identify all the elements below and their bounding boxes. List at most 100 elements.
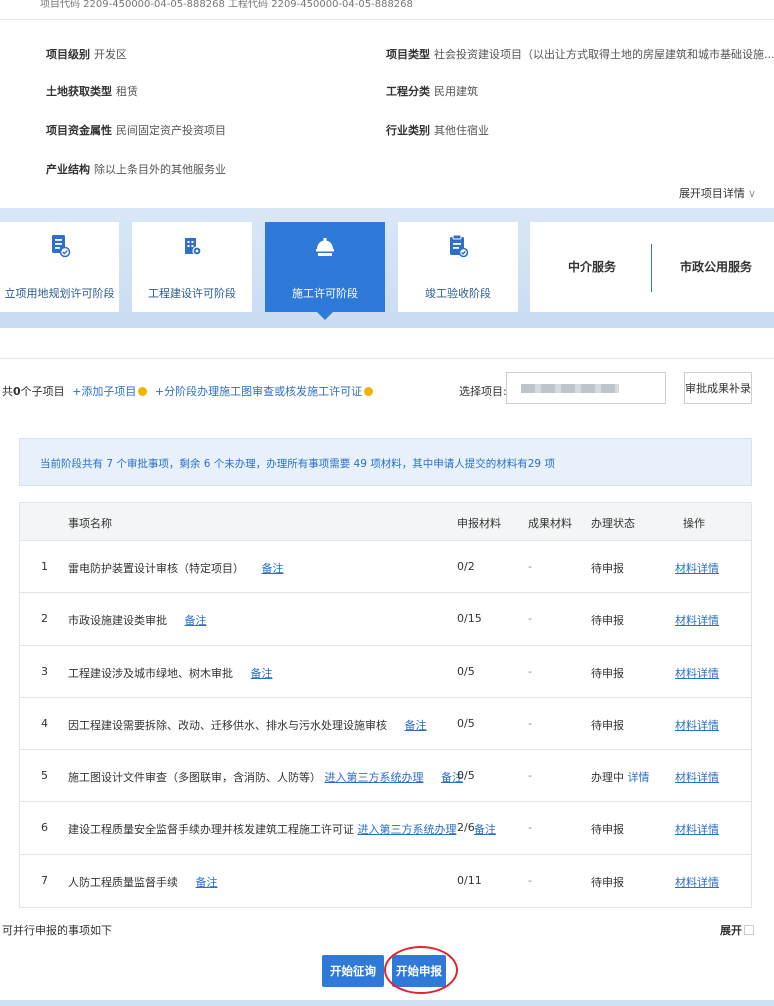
row-status: 待申报 — [591, 614, 624, 628]
row-status: 办理中 — [591, 771, 624, 785]
service-divider — [651, 244, 652, 292]
row-number: 4 — [41, 716, 48, 730]
row-item-name: 建设工程质量安全监督手续办理并核发建筑工程施工许可证 — [68, 823, 354, 837]
row-materials: 0/2 — [457, 560, 475, 573]
help-icon[interactable] — [138, 387, 148, 396]
table-row: 5 施工图设计文件审查（多图联审，含消防、人防等） 进入第三方系统办理 备注 0… — [20, 750, 751, 803]
help-icon[interactable] — [364, 387, 374, 396]
stage-tab-engineering[interactable]: 工程建设许可阶段 — [132, 222, 252, 312]
subproject-toolbar: 共0个子项目 +添加子项目 +分阶段办理施工图审查或核发施工许可证 选择项目: … — [0, 358, 774, 428]
service-panel: 中介服务 市政公用服务 — [530, 222, 774, 312]
row-results: - — [528, 716, 532, 730]
row-material-detail-link[interactable]: 材料详情 — [675, 665, 719, 681]
stage-tab-land-planning[interactable]: 立项用地规划许可阶段 — [0, 222, 119, 312]
add-subproject-link[interactable]: +添加子项目 — [72, 385, 136, 398]
select-project-label: 选择项目: — [459, 385, 507, 398]
row-status: 待申报 — [591, 823, 624, 837]
phase-permit-link[interactable]: +分阶段办理施工图审查或核发施工许可证 — [155, 385, 362, 398]
row-name-cell: 工程建设涉及城市绿地、树木审批 备注 — [68, 665, 273, 681]
row-number: 3 — [41, 664, 48, 678]
row-material-detail-link[interactable]: 材料详情 — [675, 769, 719, 785]
row-number: 1 — [41, 560, 48, 573]
start-consult-button[interactable]: 开始征询 — [322, 955, 384, 987]
row-name-cell: 因工程建设需要拆除、改动、迁移供水、排水与污水处理设施审核 备注 — [68, 717, 427, 733]
row-status-cell: 办理中 详情 — [591, 769, 650, 785]
row-status: 待申报 — [591, 875, 624, 889]
row-material-detail-link[interactable]: 材料详情 — [675, 821, 719, 837]
stage-tab-completion-acceptance[interactable]: 竣工验收阶段 — [398, 222, 518, 312]
row-number: 5 — [41, 769, 48, 783]
row-note-link[interactable]: 备注 — [196, 876, 218, 889]
stage-navigation: 立项用地规划许可阶段 工程建设许可阶段 施工许可阶段 竣工验收阶段 中介服务 市… — [0, 208, 774, 328]
table-row: 4 因工程建设需要拆除、改动、迁移供水、排水与污水处理设施审核 备注 0/5 -… — [20, 697, 751, 751]
table-row: 3 工程建设涉及城市绿地、树木审批 备注 0/5 - 待申报 材料详情 — [20, 645, 751, 698]
expand-parallel-items[interactable]: 展开 — [720, 922, 754, 938]
start-apply-button[interactable]: 开始申报 — [392, 955, 446, 987]
row-item-name: 因工程建设需要拆除、改动、迁移供水、排水与污水处理设施审核 — [68, 718, 387, 732]
chevron-down-icon: ∨ — [747, 187, 756, 200]
row-status-detail-link[interactable]: 详情 — [628, 771, 650, 784]
row-name-cell: 人防工程质量监督手续 备注 — [68, 874, 218, 890]
table-row: 2 市政设施建设类审批 备注 0/15 - 待申报 材料详情 — [20, 593, 751, 646]
row-material-detail-link[interactable]: 材料详情 — [675, 717, 719, 733]
clipboard-check-icon — [450, 234, 469, 258]
row-materials: 0/11 — [457, 873, 482, 887]
row-item-name: 市政设施建设类审批 — [68, 614, 167, 628]
row-status-cell: 待申报 — [591, 612, 624, 628]
row-status: 待申报 — [591, 718, 624, 732]
field-industry: 行业类别 其他住宿业 — [386, 124, 489, 137]
row-status-cell: 待申报 — [591, 665, 624, 681]
approval-items-table: 事项名称 申报材料 成果材料 办理状态 操作 1 雷电防护装置设计审核（特定项目… — [19, 502, 752, 909]
row-note-link[interactable]: 备注 — [251, 667, 273, 680]
row-name-cell: 建设工程质量安全监督手续办理并核发建筑工程施工许可证 进入第三方系统办理 备注 — [68, 821, 496, 837]
row-status: 待申报 — [591, 666, 624, 680]
row-status: 待申报 — [591, 562, 624, 575]
row-materials: 0/5 — [457, 664, 475, 678]
subproject-summary: 共0个子项目 +添加子项目 +分阶段办理施工图审查或核发施工许可证 — [2, 383, 377, 399]
row-name-cell: 雷电防护装置设计审核（特定项目） 备注 — [68, 560, 284, 576]
row-note-link[interactable]: 备注 — [185, 614, 207, 627]
table-row: 6 建设工程质量安全监督手续办理并核发建筑工程施工许可证 进入第三方系统办理 备… — [20, 802, 751, 855]
project-select[interactable] — [506, 372, 666, 404]
stage-notice: 当前阶段共有 7 个审批事项，剩余 6 个未办理，办理所有事项需要 49 项材料… — [19, 438, 752, 486]
row-materials: 2/6 — [457, 821, 475, 835]
utility-service-link[interactable]: 市政公用服务 — [680, 258, 752, 275]
field-project-type: 项目类型 社会投资建设项目（以出让方式取得土地的房屋建筑和城市基础设施... — [386, 48, 774, 61]
bottom-band — [0, 1000, 774, 1006]
table-header: 事项名称 申报材料 成果材料 办理状态 操作 — [20, 503, 751, 541]
row-materials: 0/15 — [457, 612, 482, 626]
row-note-link[interactable]: 备注 — [405, 719, 427, 732]
redacted-project-name — [521, 384, 619, 393]
row-status-cell: 待申报 — [591, 717, 624, 733]
row-name-cell: 施工图设计文件审查（多图联审，含消防、人防等） 进入第三方系统办理 备注 — [68, 769, 463, 785]
field-fund-attribute: 项目资金属性 民间固定资产投资项目 — [46, 124, 226, 137]
field-project-level: 项目级别 开发区 — [46, 48, 127, 61]
field-land-type: 土地获取类型 租赁 — [46, 85, 138, 98]
document-check-icon — [51, 235, 70, 258]
row-status-cell: 待申报 — [591, 821, 624, 837]
row-item-name: 人防工程质量监督手续 — [68, 875, 178, 889]
stage-notice-text: 当前阶段共有 7 个审批事项，剩余 6 个未办理，办理所有事项需要 49 项材料… — [40, 458, 555, 470]
field-industry-structure: 产业结构 除以上条目外的其他服务业 — [46, 163, 226, 176]
project-info-panel: 项目级别 开发区 项目类型 社会投资建设项目（以出让方式取得土地的房屋建筑和城市基础… — [0, 22, 774, 210]
third-party-system-link[interactable]: 进入第三方系统办理 — [358, 823, 457, 836]
row-number: 7 — [41, 873, 48, 887]
row-note-link[interactable]: 备注 — [262, 562, 284, 575]
third-party-system-link[interactable]: 进入第三方系统办理 — [325, 771, 424, 784]
row-note-link[interactable]: 备注 — [474, 823, 496, 836]
construction-helmet-icon — [316, 238, 334, 256]
table-row: 1 雷电防护装置设计审核（特定项目） 备注 0/2 - 待申报 材料详情 — [20, 541, 751, 594]
row-number: 6 — [41, 821, 48, 835]
row-results: - — [528, 612, 532, 626]
row-results: - — [528, 873, 532, 887]
stage-tab-construction-permit[interactable]: 施工许可阶段 — [265, 222, 385, 320]
row-materials: 0/5 — [457, 716, 475, 730]
row-material-detail-link[interactable]: 材料详情 — [675, 874, 719, 890]
building-gear-icon — [185, 238, 202, 256]
expand-project-detail[interactable]: 展开项目详情 ∨ — [679, 185, 756, 201]
approval-result-supplement-button[interactable]: 审批成果补录 — [684, 372, 752, 404]
row-status-cell: 待申报 — [591, 560, 624, 576]
row-material-detail-link[interactable]: 材料详情 — [675, 560, 719, 576]
intermediary-service-link[interactable]: 中介服务 — [568, 258, 616, 275]
row-material-detail-link[interactable]: 材料详情 — [675, 612, 719, 628]
